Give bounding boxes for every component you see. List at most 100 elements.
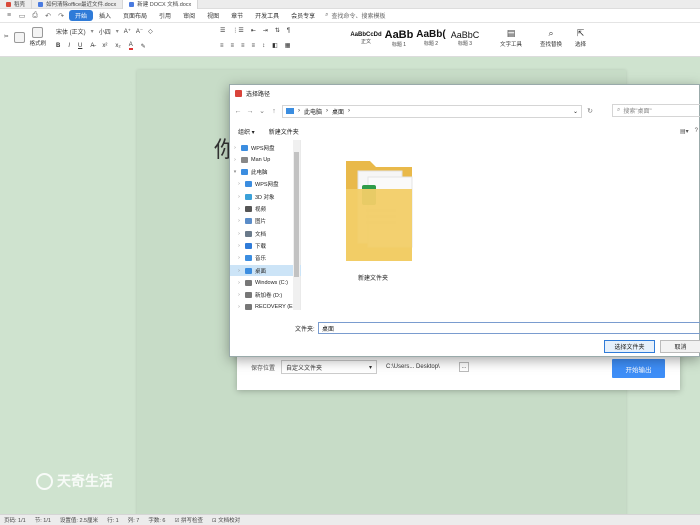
menu-view[interactable]: 视图 (201, 10, 225, 21)
select-folder-button[interactable]: 选择文件夹 (604, 340, 655, 353)
numbering-icon[interactable]: ⋮☰ (232, 27, 243, 34)
shading-icon[interactable]: ◧ (272, 42, 278, 49)
breadcrumb-this-pc[interactable]: 此电脑 (304, 107, 322, 116)
folder-name-input[interactable]: 桌面 (318, 322, 700, 334)
style-heading-1[interactable]: AaBb 标题 1 (384, 26, 414, 50)
spell-check-toggle[interactable]: ☑ 拼写检查 (174, 516, 202, 524)
menu-review[interactable]: 审阅 (177, 10, 201, 21)
superscript-icon[interactable]: x² (102, 43, 107, 49)
forward-icon[interactable]: → (246, 108, 254, 115)
indent-icon[interactable]: ⇥ (263, 27, 268, 34)
chevron-right-icon[interactable]: › (236, 231, 242, 237)
tree-item[interactable]: › 视频 (230, 204, 301, 215)
menu-home[interactable]: 开始 (69, 10, 94, 21)
font-name-select[interactable]: 宋体 (正文) (56, 27, 86, 36)
chevron-right-icon[interactable]: › (236, 255, 242, 261)
chevron-right-icon[interactable]: › (236, 206, 242, 212)
menu-member[interactable]: 会员专享 (285, 10, 321, 21)
folder-icon[interactable] (344, 155, 414, 265)
tree-item[interactable]: › 下载 (230, 240, 301, 251)
view-options-icon[interactable]: ▤▾ (680, 128, 689, 135)
start-export-button[interactable]: 开始输出 (612, 359, 665, 378)
proofread-toggle[interactable]: ⊡ 文档校对 (212, 516, 240, 524)
menu-section[interactable]: 章节 (225, 10, 249, 21)
chevron-down-icon[interactable]: ▾ (232, 169, 238, 175)
borders-icon[interactable]: ▦ (285, 42, 291, 49)
chevron-right-icon[interactable]: › (236, 304, 242, 310)
breadcrumb-desktop[interactable]: 桌面 (332, 107, 344, 116)
chevron-right-icon[interactable]: › (232, 145, 238, 151)
paste-button[interactable] (13, 31, 25, 43)
navigation-scrollbar[interactable] (293, 140, 300, 310)
menu-developer[interactable]: 开发工具 (249, 10, 285, 21)
tab-doc-1[interactable]: 如何清除office最近文件.docx (32, 0, 124, 9)
organize-button[interactable]: 组织 ▾ (238, 127, 255, 136)
status-word-count[interactable]: 字数: 6 (148, 516, 165, 524)
bullets-icon[interactable]: ☰ (220, 27, 225, 34)
save-icon[interactable]: ▭ (17, 11, 27, 21)
chevron-right-icon[interactable]: › (236, 292, 242, 298)
chevron-right-icon[interactable]: › (236, 243, 242, 249)
tab-docer[interactable]: 稻壳 (0, 0, 33, 9)
tree-item[interactable]: › Man Up (230, 154, 301, 165)
strikethrough-icon[interactable]: A̶ (90, 43, 94, 49)
format-painter-button[interactable]: 格式刷 (30, 27, 46, 47)
scrollbar-thumb[interactable] (294, 152, 299, 277)
help-icon[interactable]: ? (695, 128, 698, 134)
menu-insert[interactable]: 插入 (93, 10, 117, 21)
highlight-icon[interactable]: ✎ (141, 43, 146, 50)
chevron-right-icon[interactable]: › (236, 181, 242, 187)
menu-icon[interactable]: ≡ (4, 11, 14, 21)
refresh-icon[interactable]: ↻ (586, 107, 594, 115)
tree-item[interactable]: › 桌面 (230, 265, 301, 276)
chevron-right-icon[interactable]: › (236, 268, 242, 274)
show-marks-icon[interactable]: ¶ (287, 28, 290, 34)
subscript-icon[interactable]: x₂ (115, 43, 120, 49)
up-icon[interactable]: ↑ (270, 108, 278, 115)
address-bar[interactable]: › 此电脑 › 桌面 › ⌄ (282, 104, 582, 118)
justify-icon[interactable]: ≡ (252, 43, 256, 49)
font-color-icon[interactable]: A (128, 42, 133, 50)
back-icon[interactable]: ← (234, 108, 242, 115)
menu-reference[interactable]: 引用 (153, 10, 177, 21)
tree-item[interactable]: › WPS网盘 (230, 142, 301, 153)
chevron-right-icon[interactable]: › (236, 194, 242, 200)
grow-font-icon[interactable]: A⁺ (124, 28, 131, 35)
tree-item[interactable]: ▾ 此电脑 (230, 167, 301, 178)
align-right-icon[interactable]: ≡ (241, 43, 245, 49)
redo-icon[interactable]: ↷ (56, 11, 66, 21)
text-tools-button[interactable]: ▤ 文字工具 (500, 28, 522, 48)
tree-item[interactable]: › 新加卷 (D:) (230, 290, 301, 301)
tree-item[interactable]: › 音乐 (230, 253, 301, 264)
tree-item[interactable]: › 3D 对象 (230, 191, 301, 202)
new-folder-button[interactable]: 新建文件夹 (269, 127, 299, 136)
search-input[interactable]: ⌕ 搜索"桌面" (612, 104, 700, 117)
chevron-right-icon[interactable]: › (236, 218, 242, 224)
menu-layout[interactable]: 页面布局 (117, 10, 153, 21)
bold-icon[interactable]: B (56, 43, 60, 49)
chevron-down-icon[interactable]: ⌄ (258, 107, 266, 115)
find-replace-button[interactable]: ⌕ 查找替换 (540, 28, 562, 48)
style-normal[interactable]: AaBbCcDd 正文 (349, 26, 383, 50)
font-size-select[interactable]: 小四 (99, 27, 111, 36)
undo-icon[interactable]: ↶ (43, 11, 53, 21)
print-icon[interactable]: ⎙ (30, 11, 40, 21)
chevron-right-icon[interactable]: › (232, 157, 238, 163)
tree-item[interactable]: › 图片 (230, 216, 301, 227)
line-spacing-icon[interactable]: ↕ (262, 43, 265, 49)
align-center-icon[interactable]: ≡ (231, 43, 235, 49)
clear-format-icon[interactable]: ◇ (148, 28, 153, 35)
select-button[interactable]: ⇱ 选择 (575, 28, 586, 48)
cancel-button[interactable]: 取消 (660, 340, 700, 353)
style-heading-2[interactable]: AaBb( 标题 2 (416, 26, 446, 50)
tree-item[interactable]: › Windows (C:) (230, 277, 301, 288)
shrink-font-icon[interactable]: A⁻ (136, 28, 143, 35)
command-search[interactable]: ⌕ 查找命令、搜索模板 (325, 11, 385, 20)
italic-icon[interactable]: I (68, 43, 70, 49)
underline-icon[interactable]: U (78, 43, 82, 49)
tree-item[interactable]: › RECOVERY (E:) (230, 302, 301, 313)
browse-button[interactable]: ... (459, 362, 470, 372)
tree-item[interactable]: › WPS网盘 (230, 179, 301, 190)
sort-icon[interactable]: ⇅ (275, 27, 280, 34)
folder-label[interactable]: 新建文件夹 (358, 273, 388, 282)
